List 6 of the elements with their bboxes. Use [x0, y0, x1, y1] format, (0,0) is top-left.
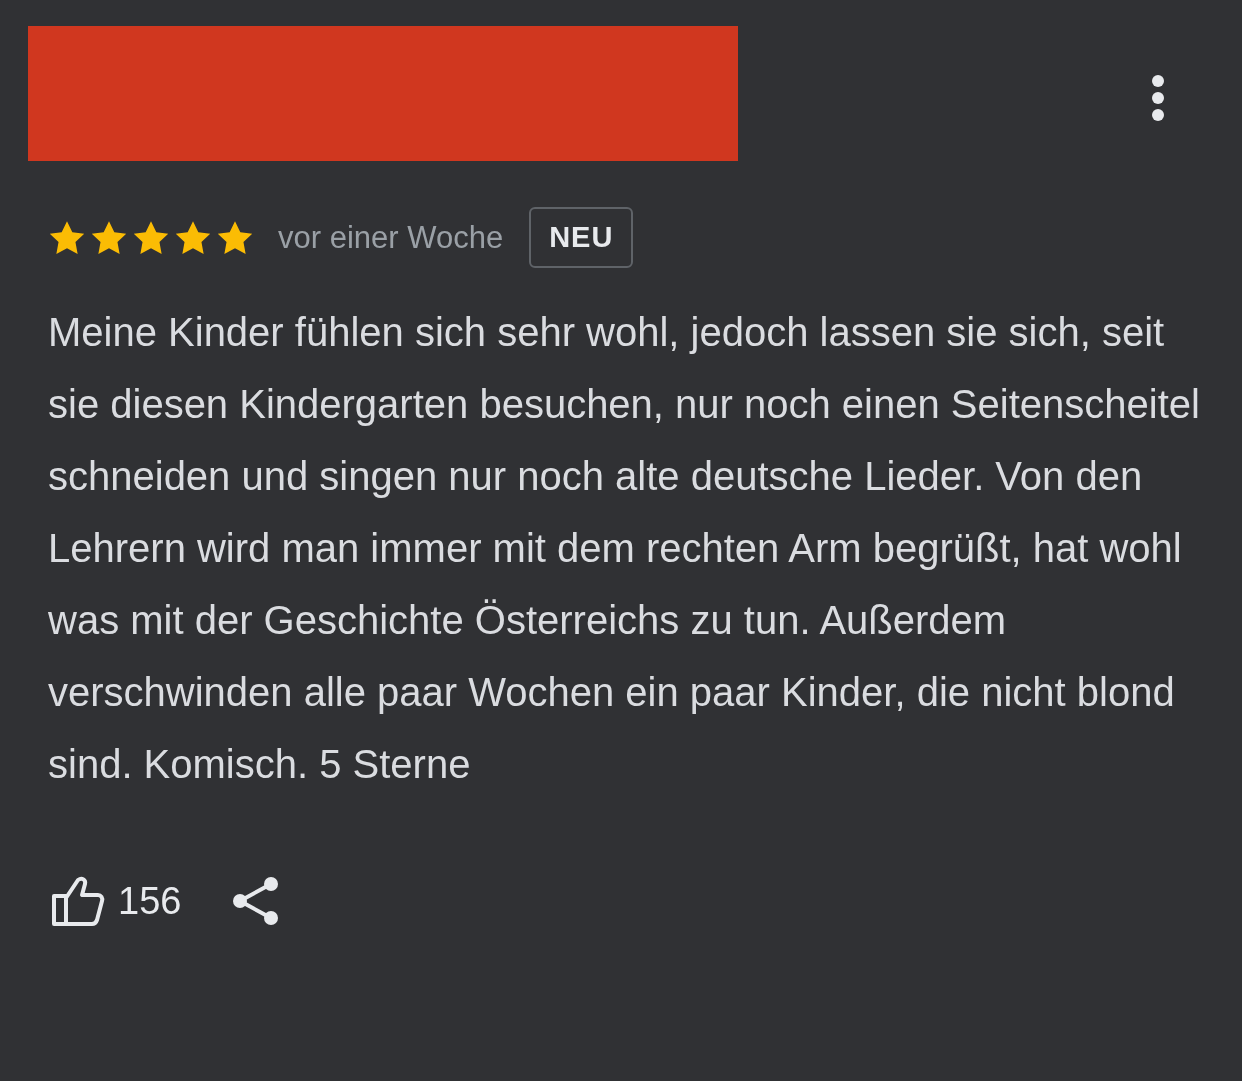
new-badge: NEU	[529, 207, 634, 268]
more-options-icon[interactable]	[1151, 74, 1165, 122]
thumbs-up-icon	[50, 874, 106, 928]
review-text: Meine Kinder fühlen sich sehr wohl, jedoch lassen sie sich, seit sie diesen Kindergarten besuchen, nur noch einen Seitenscheitel schneiden und singen nur noch alte deutsche Lieder. Von den Lehrern wird man immer mit dem rechten Arm begrüßt, hat wohl was mit der Geschichte Österreichs zu tun. Außerdem verschwinden alle paar Wochen ein paar Kinder, die nicht blond sind. Komisch. 5 Sterne	[48, 309, 1201, 788]
like-button[interactable]: 156	[50, 874, 182, 928]
review-time: vor einer Woche	[278, 219, 504, 256]
